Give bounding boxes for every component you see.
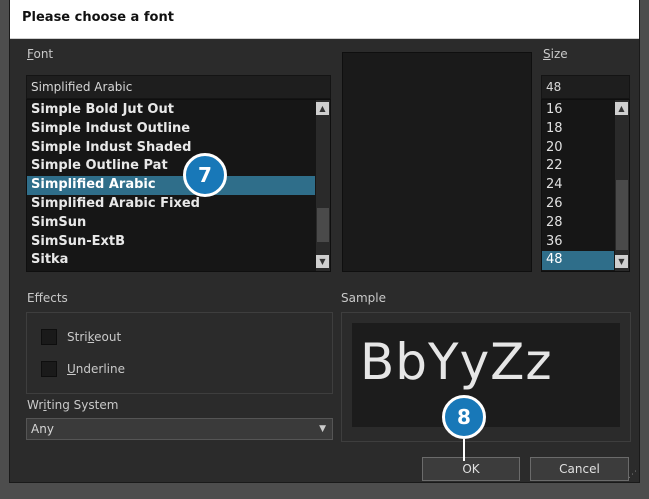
size-list-scrollbar[interactable]: ▲ ▼ [615,100,629,271]
sample-label: Sample [341,291,386,305]
font-style-list[interactable] [342,52,532,272]
font-list-item[interactable]: Simple Indust Outline [27,120,315,139]
size-label: Size [543,47,568,61]
chevron-down-icon[interactable]: ▼ [319,419,326,439]
step-8-callout: 8 [442,395,486,439]
font-list-item[interactable]: SimSun-ExtB [27,233,315,252]
strikeout-checkbox[interactable] [41,329,57,345]
title-bar: Please choose a font [10,0,639,39]
strikeout-label[interactable]: Strikeout [67,330,121,344]
font-list-item[interactable]: Simplified Arabic Fixed [27,195,315,214]
effects-label: Effects [27,291,68,305]
font-list-item[interactable]: Simple Indust Shaded [27,139,315,158]
size-list-item[interactable]: 24 [542,176,614,195]
size-list-item[interactable]: 18 [542,120,614,139]
font-list-item[interactable]: Simple Outline Pat [27,157,315,176]
scroll-down-arrow-icon[interactable]: ▼ [316,255,329,268]
effects-group: Strikeout Underline [26,312,333,394]
sample-preview: BbYyZz [352,323,620,427]
font-items: Simple Bold Jut Out Simple Indust Outline… [27,101,315,270]
writing-system-label: Writing System [27,398,119,412]
size-list-item[interactable]: 16 [542,101,614,120]
dialog-title: Please choose a font [22,10,174,25]
font-list-item[interactable]: Simplified Arabic [27,176,315,195]
font-list-item[interactable]: SimSun [27,214,315,233]
font-list[interactable]: Simple Bold Jut Out Simple Indust Outline… [26,99,331,272]
underline-checkbox[interactable] [41,361,57,377]
sample-group: BbYyZz [341,312,631,442]
scroll-up-arrow-icon[interactable]: ▲ [316,102,329,115]
callout-pointer-line [463,439,465,461]
step-7-callout: 7 [183,153,227,197]
size-list-item[interactable]: 22 [542,157,614,176]
ok-button[interactable]: OK [422,457,520,481]
size-list[interactable]: 16 18 20 22 24 26 28 36 48 ▲ ▼ [541,99,630,272]
scroll-thumb[interactable] [317,208,329,242]
font-label: Font [27,47,54,61]
size-list-item[interactable]: 20 [542,139,614,158]
size-input[interactable]: 48 [541,75,630,99]
size-list-item[interactable]: 28 [542,214,614,233]
font-list-item[interactable]: Sitka [27,251,315,270]
font-name-input[interactable]: Simplified Arabic [26,75,331,99]
resize-grip-icon[interactable]: ⋰ [628,470,637,480]
size-items: 16 18 20 22 24 26 28 36 48 [542,101,614,271]
scroll-down-arrow-icon[interactable]: ▼ [615,255,628,268]
size-list-item[interactable]: 48 [542,251,614,271]
writing-system-select[interactable]: Any ▼ [26,418,333,440]
size-list-item[interactable]: 26 [542,195,614,214]
scroll-up-arrow-icon[interactable]: ▲ [615,102,628,115]
writing-system-value: Any [31,422,54,436]
size-list-item[interactable]: 36 [542,233,614,252]
font-list-scrollbar[interactable]: ▲ ▼ [316,100,330,271]
underline-label[interactable]: Underline [67,362,125,376]
font-dialog: Please choose a font Font Simplified Ara… [10,0,639,482]
cancel-button[interactable]: Cancel [530,457,629,481]
font-list-item[interactable]: Simple Bold Jut Out [27,101,315,120]
scroll-thumb[interactable] [616,180,628,250]
sample-text: BbYyZz [360,333,553,391]
